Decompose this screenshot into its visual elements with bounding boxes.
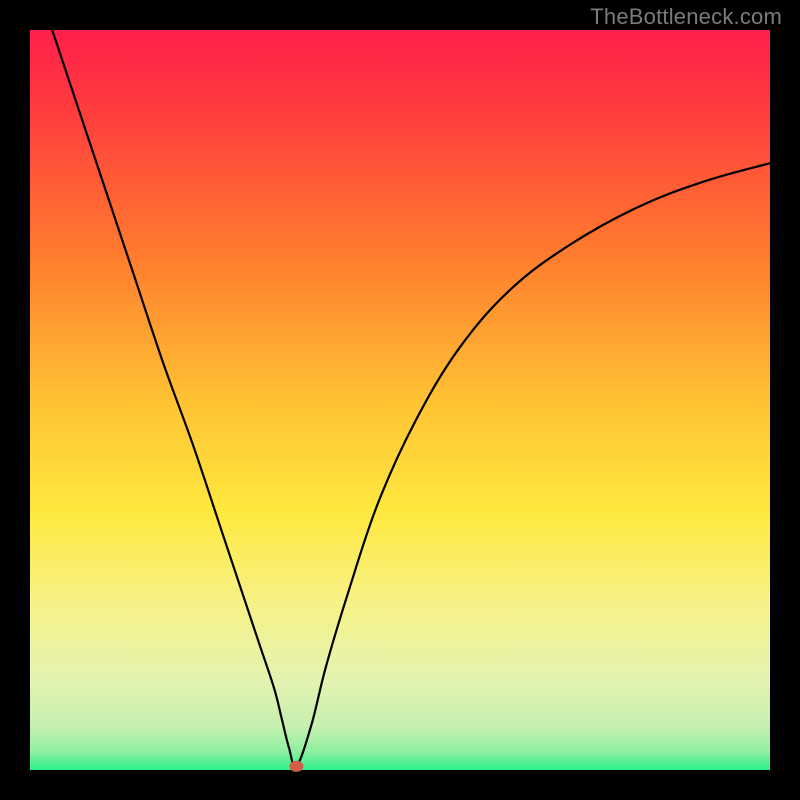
- chart-frame: { "watermark": "TheBottleneck.com", "col…: [0, 0, 800, 800]
- optimal-point-marker: [289, 761, 303, 772]
- chart-svg: [0, 0, 800, 800]
- plot-background: [30, 30, 770, 770]
- watermark-label: TheBottleneck.com: [590, 4, 782, 30]
